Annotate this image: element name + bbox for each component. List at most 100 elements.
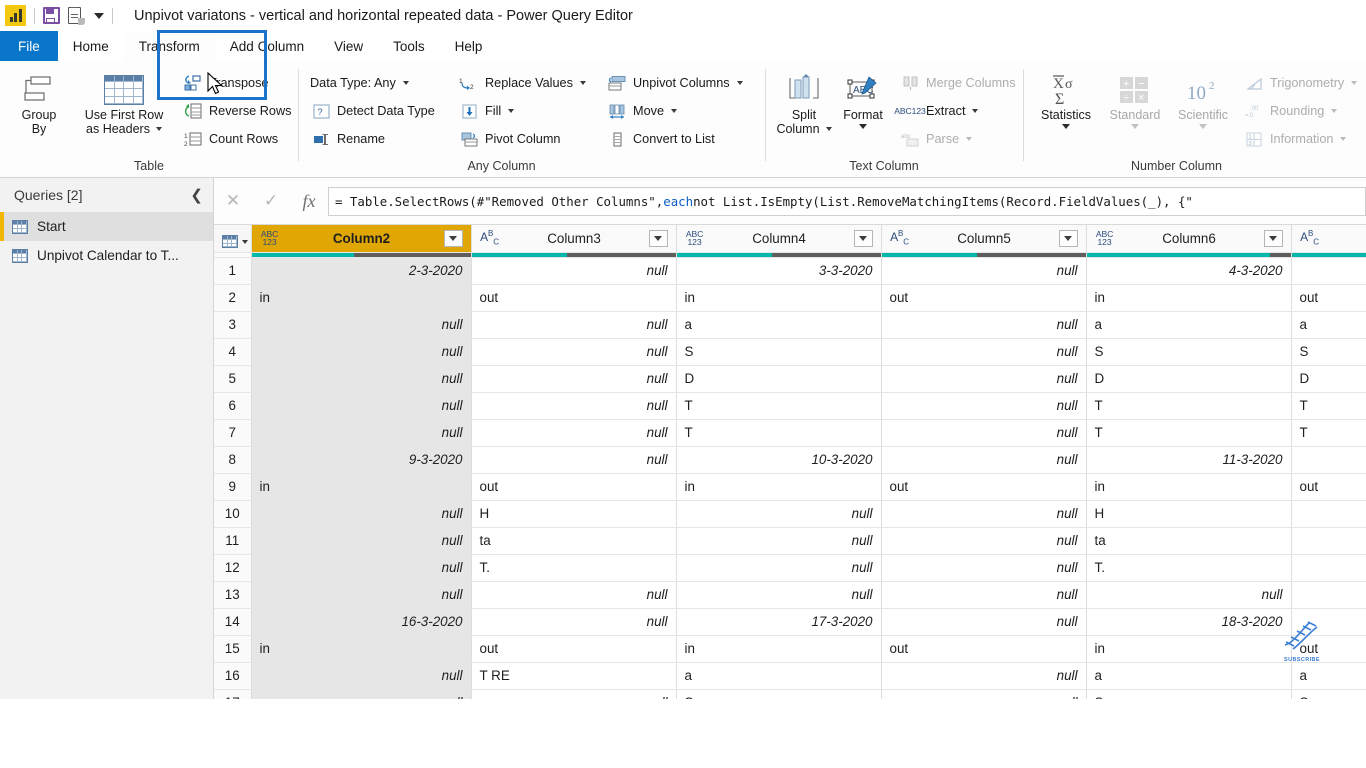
row-number[interactable]: 4 xyxy=(214,338,252,366)
cell-column6[interactable]: a xyxy=(1086,662,1292,690)
cell-column4[interactable]: T xyxy=(676,392,882,420)
cell-column2[interactable]: 2-3-2020 xyxy=(251,257,472,285)
row-number[interactable]: 15 xyxy=(214,635,252,663)
cell-column5[interactable]: null xyxy=(881,581,1087,609)
cell-column2[interactable]: in xyxy=(251,284,472,312)
cell-column4[interactable]: S xyxy=(676,338,882,366)
format-button[interactable]: ABC Format xyxy=(835,68,891,129)
cell-column6[interactable]: T. xyxy=(1086,554,1292,582)
cell-column7[interactable]: a xyxy=(1291,662,1366,690)
data-grid[interactable]: ABC 123 Column2 ABC Column3 ABC 123 Colu… xyxy=(214,225,1366,699)
cell-column5[interactable]: null xyxy=(881,446,1087,474)
row-number[interactable]: 5 xyxy=(214,365,252,393)
row-number[interactable]: 16 xyxy=(214,662,252,690)
column-filter-dropdown-icon[interactable] xyxy=(648,229,668,247)
cell-column2[interactable]: null xyxy=(251,581,472,609)
cell-column7[interactable] xyxy=(1291,257,1366,285)
tab-help[interactable]: Help xyxy=(440,31,498,61)
table-row[interactable]: 15 in out in out in out xyxy=(214,635,1366,663)
chevron-down-icon[interactable] xyxy=(736,81,743,85)
cell-column5[interactable]: null xyxy=(881,689,1087,699)
cell-column5[interactable]: null xyxy=(881,257,1087,285)
tab-view[interactable]: View xyxy=(319,31,378,61)
table-row[interactable]: 3 null null a null a a xyxy=(214,311,1366,339)
detect-data-type-button[interactable]: ? Detect Data Type xyxy=(308,97,448,125)
cell-column3[interactable]: null xyxy=(471,419,677,447)
cell-column6[interactable]: T xyxy=(1086,392,1292,420)
cell-column4[interactable]: T xyxy=(676,419,882,447)
cell-column3[interactable]: out xyxy=(471,284,677,312)
table-row[interactable]: 4 null null Snull S S xyxy=(214,338,1366,366)
table-row[interactable]: 17nullnullSnullSS xyxy=(214,689,1366,699)
table-row[interactable]: 7 null null Tnull T T xyxy=(214,419,1366,447)
cell-column4[interactable]: null xyxy=(676,527,882,555)
column-header-column2[interactable]: ABC 123 Column2 xyxy=(251,225,472,253)
table-row[interactable]: 16 null T RE a null a a xyxy=(214,662,1366,690)
cell-column5[interactable]: null xyxy=(881,338,1087,366)
cell-column7[interactable]: S xyxy=(1291,689,1366,699)
replace-values-button[interactable]: 1 2 Replace Values xyxy=(456,69,596,97)
cell-column3[interactable]: out xyxy=(471,473,677,501)
cell-column6[interactable]: T xyxy=(1086,419,1292,447)
cell-column5[interactable]: null xyxy=(881,500,1087,528)
table-row[interactable]: 6 null null Tnull T T xyxy=(214,392,1366,420)
row-number[interactable]: 10 xyxy=(214,500,252,528)
cell-column2[interactable]: 16-3-2020 xyxy=(251,608,472,636)
cell-column7[interactable] xyxy=(1291,581,1366,609)
cell-column6[interactable]: S xyxy=(1086,689,1292,699)
cell-column6[interactable]: ta xyxy=(1086,527,1292,555)
column-header-column5[interactable]: ABC Column5 xyxy=(881,225,1087,253)
cell-column7[interactable]: D xyxy=(1291,365,1366,393)
cell-column2[interactable]: in xyxy=(251,473,472,501)
row-number[interactable]: 8 xyxy=(214,446,252,474)
cell-column7[interactable] xyxy=(1291,554,1366,582)
tab-home[interactable]: Home xyxy=(58,31,124,61)
cell-column3[interactable]: T. xyxy=(471,554,677,582)
cell-column7[interactable]: S xyxy=(1291,338,1366,366)
cell-column4[interactable]: a xyxy=(676,662,882,690)
cell-column4[interactable]: D xyxy=(676,365,882,393)
cell-column5[interactable]: null xyxy=(881,527,1087,555)
column-header-column4[interactable]: ABC 123 Column4 xyxy=(676,225,882,253)
cell-column7[interactable]: out xyxy=(1291,284,1366,312)
tab-file[interactable]: File xyxy=(0,31,58,61)
cell-column4[interactable]: 10-3-2020 xyxy=(676,446,882,474)
cell-column4[interactable]: null xyxy=(676,500,882,528)
use-first-row-as-headers-button[interactable]: Use First Row as Headers xyxy=(72,68,176,136)
cell-column4[interactable]: null xyxy=(676,581,882,609)
row-number[interactable]: 7 xyxy=(214,419,252,447)
table-row[interactable]: 10 null Hnull null H xyxy=(214,500,1366,528)
statistics-button[interactable]: X σ Σ Statistics xyxy=(1031,68,1101,129)
cell-column3[interactable]: null xyxy=(471,392,677,420)
cell-column6[interactable]: 4-3-2020 xyxy=(1086,257,1292,285)
group-by-button[interactable]: Group By xyxy=(6,68,72,136)
quick-access-dropdown-icon[interactable] xyxy=(94,12,104,19)
cell-column3[interactable]: null xyxy=(471,365,677,393)
table-row[interactable]: 9 in out in out in out xyxy=(214,473,1366,501)
cell-column3[interactable]: ta xyxy=(471,527,677,555)
extract-button[interactable]: ABC 123 Extract xyxy=(894,97,1021,125)
cell-column4[interactable]: in xyxy=(676,284,882,312)
table-row[interactable]: 13 null null null null null xyxy=(214,581,1366,609)
cell-column3[interactable]: null xyxy=(471,608,677,636)
cell-column2[interactable]: null xyxy=(251,554,472,582)
cell-column5[interactable]: null xyxy=(881,392,1087,420)
column-header-column7[interactable]: ABC Column7 xyxy=(1291,225,1366,253)
tab-add-column[interactable]: Add Column xyxy=(215,31,319,61)
cell-column3[interactable]: T RE xyxy=(471,662,677,690)
cell-column5[interactable]: out xyxy=(881,473,1087,501)
column-filter-dropdown-icon[interactable] xyxy=(853,229,873,247)
cell-column6[interactable]: in xyxy=(1086,635,1292,663)
cell-column3[interactable]: null xyxy=(471,257,677,285)
pivot-column-button[interactable]: Pivot Column xyxy=(456,125,596,153)
cell-column4[interactable]: a xyxy=(676,311,882,339)
cell-column5[interactable]: null xyxy=(881,608,1087,636)
cell-column2[interactable]: null xyxy=(251,527,472,555)
chevron-down-icon[interactable] xyxy=(671,109,678,113)
cell-column5[interactable]: null xyxy=(881,662,1087,690)
cell-column7[interactable]: T xyxy=(1291,392,1366,420)
chevron-down-icon[interactable] xyxy=(508,109,515,113)
row-number[interactable]: 14 xyxy=(214,608,252,636)
row-number[interactable]: 3 xyxy=(214,311,252,339)
split-column-button[interactable]: Split Column xyxy=(773,68,835,136)
